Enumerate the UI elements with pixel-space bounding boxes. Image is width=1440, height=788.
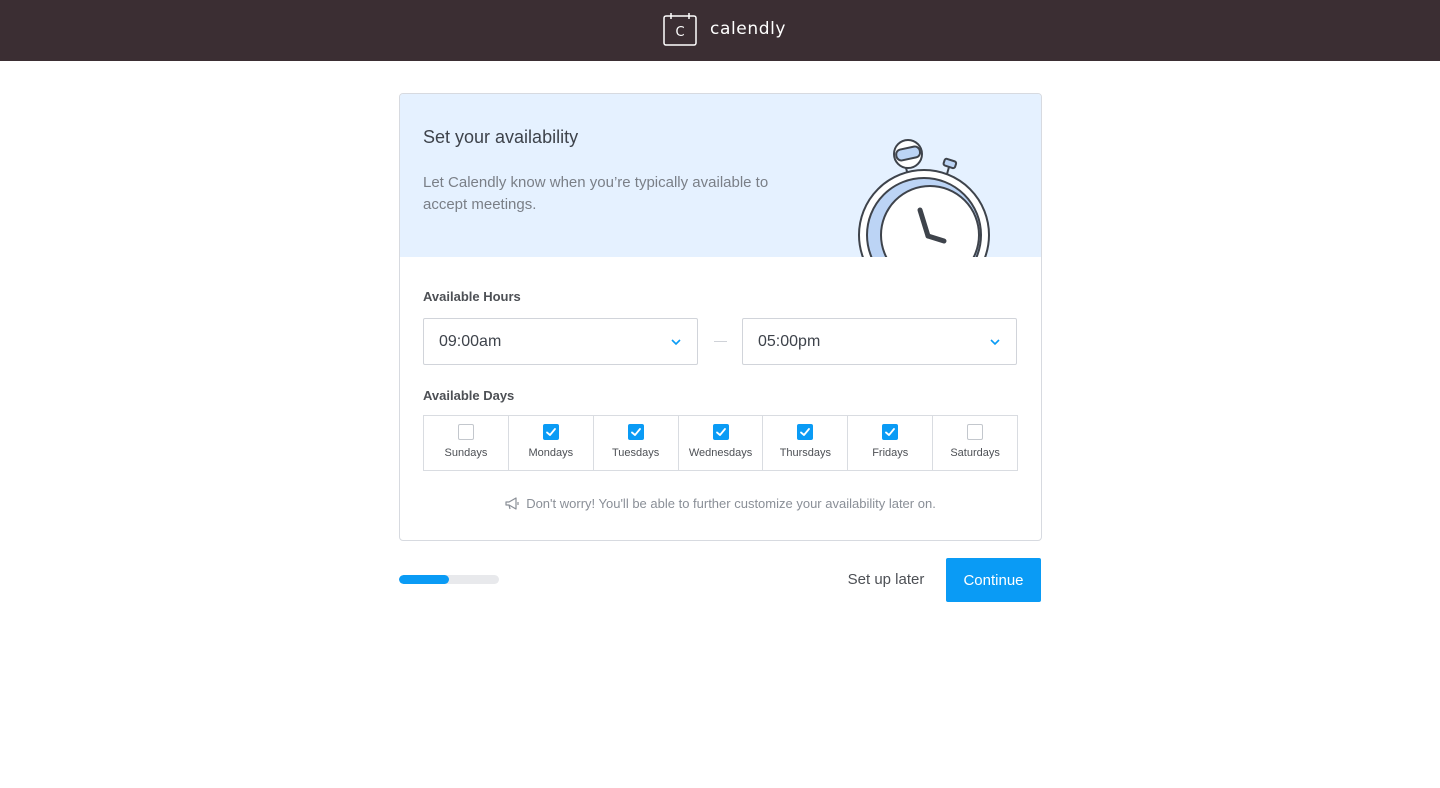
available-days-label: Available Days xyxy=(423,388,515,403)
end-time-select[interactable]: 05:00pm xyxy=(742,318,1017,365)
start-time-select[interactable]: 09:00am xyxy=(423,318,698,365)
progress-fill xyxy=(399,575,449,584)
day-option-thursdays[interactable]: Thursdays xyxy=(763,416,849,470)
customize-later-note: Don't worry! You'll be able to further c… xyxy=(400,496,1041,511)
day-option-fridays[interactable]: Fridays xyxy=(848,416,934,470)
checkbox-checked[interactable] xyxy=(882,424,899,440)
day-option-saturdays[interactable]: Saturdays xyxy=(933,416,1017,470)
checkbox-checked[interactable] xyxy=(797,424,814,440)
day-label: Thursdays xyxy=(779,447,832,459)
start-time-value: 09:00am xyxy=(439,332,502,350)
note-text: Don't worry! You'll be able to further c… xyxy=(526,496,936,511)
checkbox-checked[interactable] xyxy=(712,424,729,440)
checkbox-checked[interactable] xyxy=(627,424,644,440)
page-description: Let Calendly know when you’re typically … xyxy=(423,174,769,213)
page-title: Set your availability xyxy=(423,127,579,147)
chevron-down-icon xyxy=(990,339,1000,346)
checkmark-icon xyxy=(885,428,896,436)
stopwatch-icon xyxy=(858,139,990,257)
checkbox-unchecked[interactable] xyxy=(457,424,474,440)
time-range-separator xyxy=(714,341,727,342)
megaphone-icon xyxy=(505,497,519,510)
day-option-tuesdays[interactable]: Tuesdays xyxy=(594,416,679,470)
day-option-sundays[interactable]: Sundays xyxy=(424,416,509,470)
available-days-group: Sundays Mondays Tuesdays Wednesdays Thursday… xyxy=(423,415,1018,471)
logo-text: calendly xyxy=(710,19,787,39)
checkmark-icon xyxy=(800,428,811,436)
day-option-mondays[interactable]: Mondays xyxy=(509,416,594,470)
day-label: Sundays xyxy=(444,447,488,459)
hero-banner: Set your availability Let Calendly know … xyxy=(400,94,1041,257)
day-label: Wednesdays xyxy=(688,447,753,459)
top-bar: C calendly xyxy=(0,0,1440,61)
set-up-later-link[interactable]: Set up later xyxy=(830,558,942,602)
day-label: Fridays xyxy=(872,447,909,459)
availability-card: Set your availability Let Calendly know … xyxy=(399,93,1042,541)
available-hours-label: Available Hours xyxy=(423,289,521,304)
continue-button[interactable]: Continue xyxy=(946,558,1041,602)
logo-letter: C xyxy=(675,25,684,40)
day-option-wednesdays[interactable]: Wednesdays xyxy=(679,416,764,470)
chevron-down-icon xyxy=(671,339,681,346)
day-label: Saturdays xyxy=(950,447,1000,459)
calendar-logo-icon: C xyxy=(663,12,697,46)
checkbox-unchecked[interactable] xyxy=(967,424,984,440)
checkmark-icon xyxy=(545,428,556,436)
checkmark-icon xyxy=(715,428,726,436)
day-label: Tuesdays xyxy=(612,447,660,459)
day-label: Mondays xyxy=(528,447,574,459)
onboarding-progress-bar xyxy=(399,575,499,584)
checkmark-icon xyxy=(630,428,641,436)
end-time-value: 05:00pm xyxy=(758,332,821,350)
checkbox-checked[interactable] xyxy=(542,424,559,440)
calendly-logo[interactable]: C calendly xyxy=(663,11,786,47)
